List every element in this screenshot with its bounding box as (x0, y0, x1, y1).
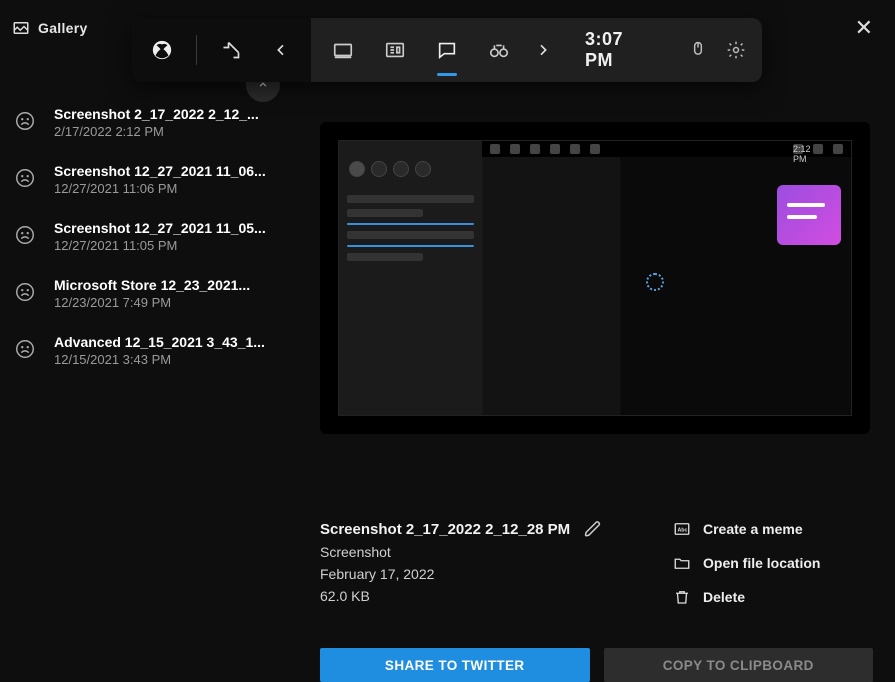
folder-icon (673, 554, 691, 572)
edit-icon[interactable] (584, 520, 602, 538)
gallery-icon (12, 19, 30, 37)
chat-icon (436, 39, 458, 61)
capture-date: 12/23/2021 7:49 PM (54, 295, 286, 310)
capture-date: 12/15/2021 3:43 PM (54, 352, 286, 367)
capture-name: Screenshot 12_27_2021 11_05... (54, 220, 286, 236)
sad-face-icon (14, 281, 36, 303)
delete-label: Delete (703, 589, 745, 605)
meme-icon: Abc (673, 520, 691, 538)
create-meme-action[interactable]: Abc Create a meme (673, 520, 873, 538)
sad-face-icon (14, 110, 36, 132)
selected-date: February 17, 2022 (320, 566, 613, 582)
preview-image: 2:12 PM (338, 140, 852, 416)
widgets-button[interactable] (215, 26, 247, 74)
selected-title: Screenshot 2_17_2022 2_12_28 PM (320, 521, 570, 538)
capture-name: Screenshot 2_17_2022 2_12_... (54, 106, 286, 122)
gear-icon (726, 40, 746, 60)
captures-sidebar: Screenshot 2_17_2022 2_12_... 2/17/2022 2… (0, 56, 300, 676)
xbox-button[interactable] (146, 26, 178, 74)
capture-name: Screenshot 12_27_2021 11_06... (54, 163, 286, 179)
capture-item[interactable]: Screenshot 12_27_2021 11_06... 12/27/2021… (14, 163, 286, 196)
selected-size: 62.0 KB (320, 588, 613, 604)
open-location-label: Open file location (703, 555, 820, 571)
settings-button[interactable] (720, 26, 752, 74)
capture-item[interactable]: Microsoft Store 12_23_2021... 12/23/2021 … (14, 277, 286, 310)
capture-date: 12/27/2021 11:05 PM (54, 238, 286, 253)
screenshot-preview[interactable]: 2:12 PM (320, 122, 870, 434)
widgets-icon (221, 40, 241, 60)
audio-widget-button[interactable] (371, 26, 419, 74)
capture-date: 2/17/2022 2:12 PM (54, 124, 286, 139)
capture-name: Advanced 12_15_2021 3_43_1... (54, 334, 286, 350)
gallery-widget-button[interactable] (423, 26, 471, 74)
capture-date: 12/27/2021 11:06 PM (54, 181, 286, 196)
copy-clipboard-button[interactable]: COPY TO CLIPBOARD (604, 648, 874, 682)
svg-text:Abc: Abc (678, 527, 688, 533)
mouse-icon (688, 40, 708, 60)
prev-button[interactable] (265, 26, 297, 74)
chevron-left-icon (273, 42, 289, 58)
binoculars-icon (488, 39, 510, 61)
gallery-title-text: Gallery (38, 20, 88, 36)
capture-item[interactable]: Advanced 12_15_2021 3_43_1... 12/15/2021 … (14, 334, 286, 367)
delete-action[interactable]: Delete (673, 588, 873, 606)
game-bar-overlay: 3:07 PM (132, 18, 762, 82)
xbox-icon (151, 39, 173, 61)
share-twitter-button[interactable]: SHARE TO TWITTER (320, 648, 590, 682)
open-location-action[interactable]: Open file location (673, 554, 873, 572)
capture-name: Microsoft Store 12_23_2021... (54, 277, 286, 293)
next-button[interactable] (527, 26, 559, 74)
capture-widget-button[interactable] (319, 26, 367, 74)
create-meme-label: Create a meme (703, 521, 803, 537)
performance-widget-button[interactable] (475, 26, 523, 74)
chevron-right-icon (535, 42, 551, 58)
mic-button[interactable] (682, 26, 714, 74)
news-icon (384, 39, 406, 61)
sad-face-icon (14, 338, 36, 360)
overlay-clock: 3:07 PM (567, 29, 672, 71)
trash-icon (673, 588, 691, 606)
capture-item[interactable]: Screenshot 12_27_2021 11_05... 12/27/2021… (14, 220, 286, 253)
close-button[interactable]: ✕ (845, 11, 883, 45)
capture-icon (332, 39, 354, 61)
gallery-title: Gallery (12, 19, 88, 37)
sad-face-icon (14, 224, 36, 246)
capture-item[interactable]: Screenshot 2_17_2022 2_12_... 2/17/2022 2… (14, 106, 286, 139)
selected-type: Screenshot (320, 544, 613, 560)
preview-clock: 2:12 PM (793, 144, 803, 154)
sad-face-icon (14, 167, 36, 189)
